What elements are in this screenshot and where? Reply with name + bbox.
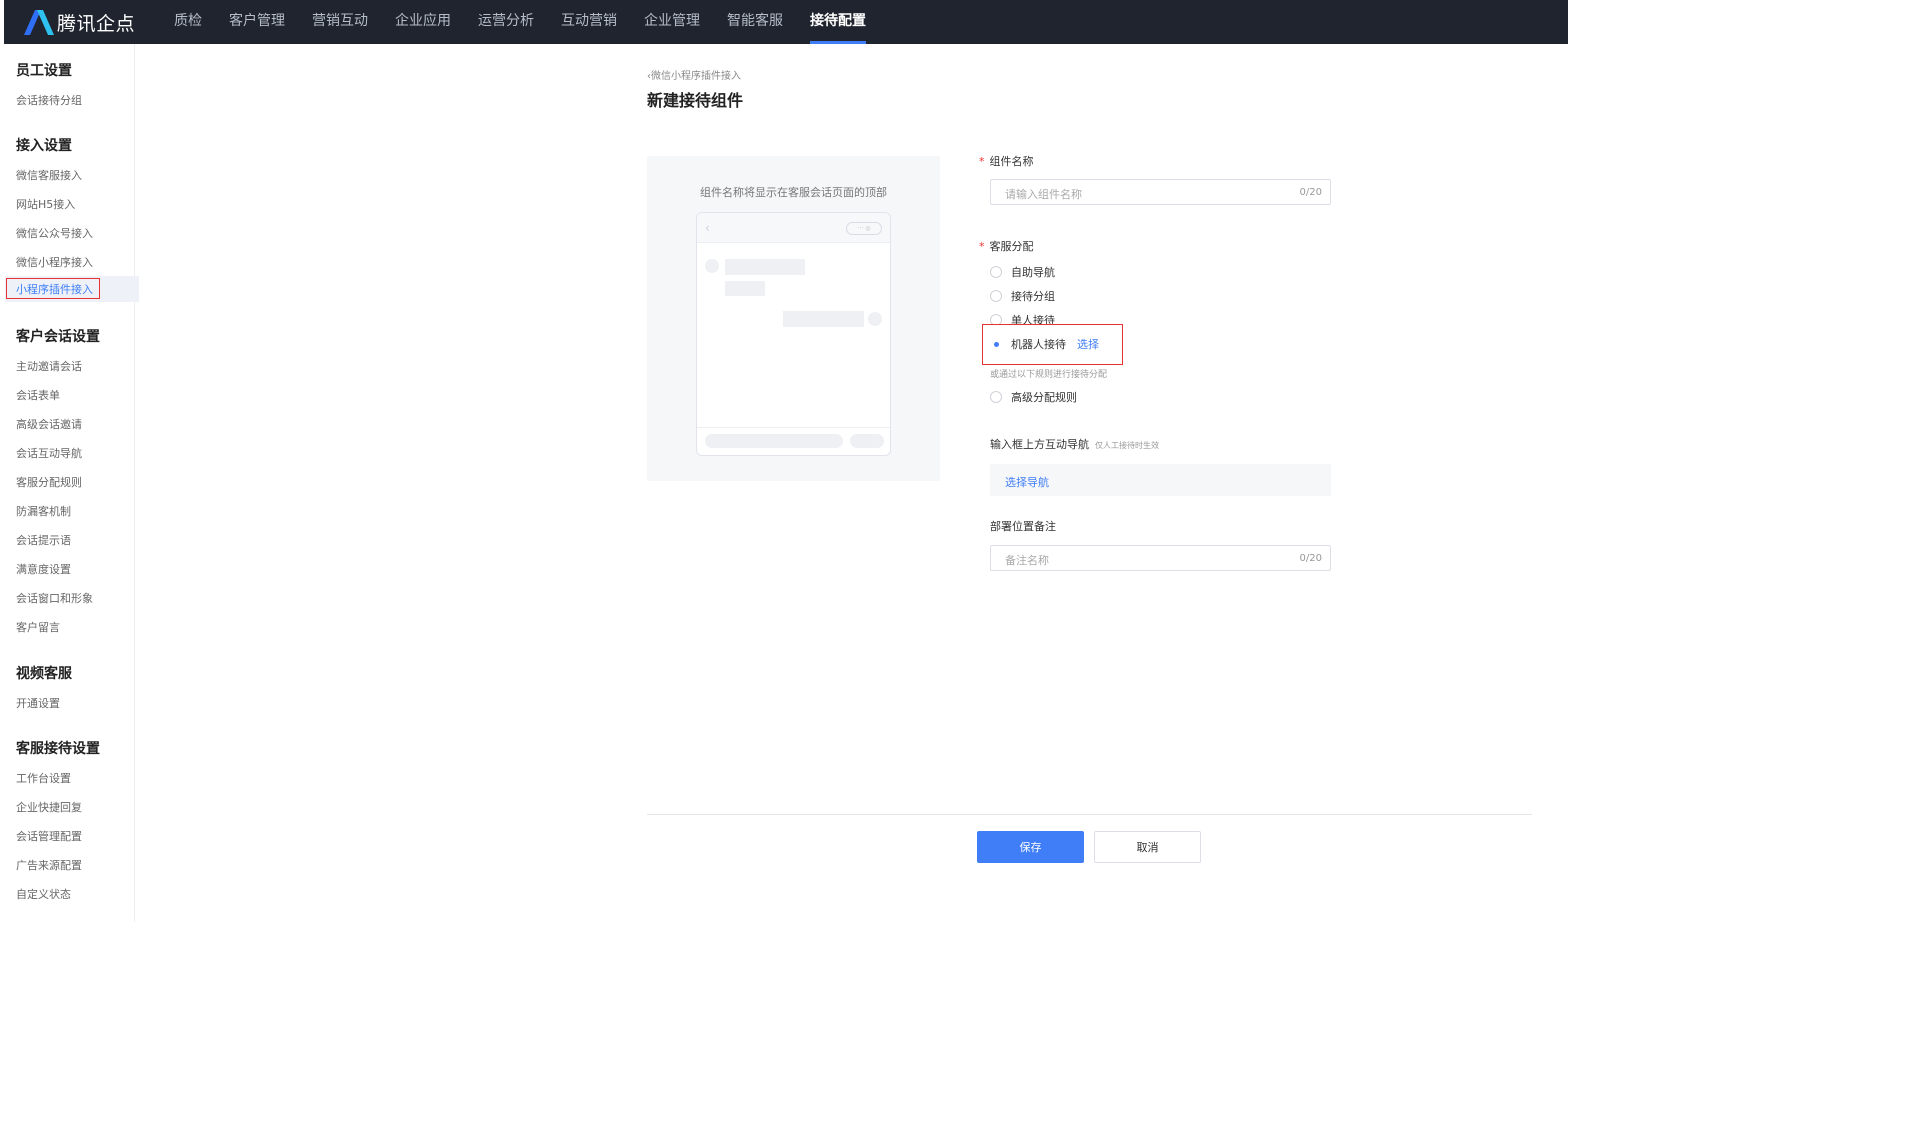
- required-mark: *: [979, 240, 985, 253]
- select-nav-label: 选择导航: [1005, 476, 1049, 489]
- sidebar-item[interactable]: 工作台设置: [16, 770, 71, 786]
- message-placeholder: [725, 259, 805, 275]
- breadcrumb[interactable]: ‹微信小程序插件接入: [647, 67, 741, 82]
- nav-item-qc[interactable]: 质检: [174, 0, 202, 44]
- message-placeholder: [783, 311, 864, 327]
- page-title: 新建接待组件: [647, 91, 744, 110]
- nav-item-enterprise[interactable]: 企业管理: [644, 0, 700, 44]
- radio-label: 自助导航: [1011, 266, 1055, 279]
- sidebar-item[interactable]: 企业快捷回复: [16, 799, 82, 815]
- sidebar-item[interactable]: 满意度设置: [16, 561, 71, 577]
- avatar-placeholder: [868, 312, 882, 326]
- sidebar-item-active[interactable]: 小程序插件接入: [5, 276, 139, 302]
- radio-circle-selected: [990, 338, 1002, 350]
- sidebar-group-title: 客服接待设置: [16, 741, 100, 757]
- nav-item-interactive-marketing[interactable]: 互动营销: [561, 0, 617, 44]
- sidebar-item[interactable]: 网站H5接入: [16, 196, 75, 212]
- required-mark: *: [979, 155, 985, 168]
- preview-caption: 组件名称将显示在客服会话页面的顶部: [700, 186, 887, 199]
- sidebar-item[interactable]: 会话管理配置: [16, 828, 82, 844]
- breadcrumb-label: 微信小程序插件接入: [651, 71, 741, 82]
- sidebar-group-title: 员工设置: [16, 63, 72, 79]
- phone-input-bar: [697, 427, 890, 455]
- field-label-name: * 组件名称: [979, 153, 1034, 169]
- char-counter: 0/20: [1299, 553, 1322, 564]
- field-note: 仅人工接待时生效: [1095, 441, 1159, 450]
- top-navbar: 腾讯企点 质检 客户管理 营销互动 企业应用 运营分析 互动营销 企业管理 智能…: [4, 0, 1568, 44]
- input-placeholder: 请输入组件名称: [1005, 188, 1082, 201]
- input-placeholder: 备注名称: [1005, 554, 1049, 567]
- sidebar-item[interactable]: 会话表单: [16, 387, 60, 403]
- avatar-placeholder: [705, 259, 719, 273]
- component-name-input[interactable]: 请输入组件名称 0/20: [990, 179, 1331, 205]
- select-nav-button[interactable]: 选择导航: [990, 464, 1331, 496]
- main-nav: 质检 客户管理 营销互动 企业应用 运营分析 互动营销 企业管理 智能客服 接待…: [174, 0, 893, 44]
- phone-mockup: ‹ ··· ◎: [696, 212, 891, 456]
- assign-hint: 或通过以下规则进行接待分配: [990, 370, 1108, 380]
- sidebar-item[interactable]: 开通设置: [16, 695, 60, 711]
- sidebar-item[interactable]: 客服分配规则: [16, 474, 82, 490]
- brand-name: 腾讯企点: [57, 12, 136, 35]
- sidebar-group-title: 视频客服: [16, 666, 72, 682]
- capsule-icon: ··· ◎: [846, 222, 882, 235]
- nav-item-apps[interactable]: 企业应用: [395, 0, 451, 44]
- field-label-text: 部署位置备注: [990, 520, 1056, 533]
- radio-circle: [990, 266, 1002, 278]
- field-label-text: 组件名称: [989, 155, 1034, 168]
- phone-header: ‹ ··· ◎: [697, 213, 890, 243]
- radio-self-nav[interactable]: 自助导航: [990, 264, 1055, 280]
- radio-label: 机器人接待: [1011, 338, 1066, 351]
- cancel-button[interactable]: 取消: [1094, 831, 1201, 863]
- radio-circle: [990, 290, 1002, 302]
- sidebar-item[interactable]: 微信公众号接入: [16, 225, 93, 241]
- brand-logo[interactable]: 腾讯企点: [22, 6, 135, 38]
- sidebar-item-label: 小程序插件接入: [16, 283, 93, 296]
- back-arrow-icon: ‹: [705, 221, 710, 235]
- nav-item-reception-config[interactable]: 接待配置: [810, 0, 866, 44]
- radio-circle: [990, 391, 1002, 403]
- sidebar-item[interactable]: 广告来源配置: [16, 857, 82, 873]
- sidebar-item[interactable]: 自定义状态: [16, 886, 71, 902]
- radio-label: 接待分组: [1011, 290, 1055, 303]
- nav-item-marketing[interactable]: 营销互动: [312, 0, 368, 44]
- preview-panel: 组件名称将显示在客服会话页面的顶部 ‹ ··· ◎: [647, 156, 940, 481]
- message-placeholder: [725, 281, 765, 296]
- radio-label: 高级分配规则: [1011, 391, 1077, 404]
- send-placeholder: [850, 434, 884, 448]
- footer-divider: [647, 814, 1532, 815]
- nav-item-customers[interactable]: 客户管理: [229, 0, 285, 44]
- char-counter: 0/20: [1299, 187, 1322, 198]
- sidebar-item[interactable]: 会话窗口和形象: [16, 590, 93, 606]
- sidebar-item[interactable]: 客户留言: [16, 619, 60, 635]
- field-label-remark: 部署位置备注: [990, 518, 1056, 534]
- field-label-text: 输入框上方互动导航: [990, 438, 1089, 451]
- sidebar-item[interactable]: 防漏客机制: [16, 503, 71, 519]
- sidebar-item[interactable]: 会话互动导航: [16, 445, 82, 461]
- sidebar-item[interactable]: 会话提示语: [16, 532, 71, 548]
- sidebar-group-title: 接入设置: [16, 138, 72, 154]
- nav-item-analytics[interactable]: 运营分析: [478, 0, 534, 44]
- nav-item-smart-service[interactable]: 智能客服: [727, 0, 783, 44]
- field-label-text: 客服分配: [989, 240, 1034, 253]
- field-label-assign: * 客服分配: [979, 238, 1034, 254]
- radio-group[interactable]: 接待分组: [990, 288, 1055, 304]
- sidebar-item[interactable]: 会话接待分组: [16, 92, 82, 108]
- brand-logo-icon: [24, 10, 54, 35]
- input-placeholder: [705, 434, 843, 448]
- sidebar-item[interactable]: 微信小程序接入: [16, 254, 93, 270]
- select-robot-link[interactable]: 选择: [1077, 336, 1099, 352]
- sidebar-group-title: 客户会话设置: [16, 329, 100, 345]
- sidebar-item[interactable]: 高级会话邀请: [16, 416, 82, 432]
- radio-robot[interactable]: 机器人接待 选择: [990, 336, 1099, 352]
- sidebar: 员工设置 会话接待分组 接入设置 微信客服接入 网站H5接入 微信公众号接入 微…: [4, 44, 139, 922]
- sidebar-item[interactable]: 微信客服接入: [16, 167, 82, 183]
- sidebar-item[interactable]: 主动邀请会话: [16, 358, 82, 374]
- save-button[interactable]: 保存: [977, 831, 1084, 863]
- radio-advanced-rule[interactable]: 高级分配规则: [990, 389, 1077, 405]
- field-label-nav: 输入框上方互动导航 仅人工接待时生效: [990, 436, 1159, 452]
- remark-input[interactable]: 备注名称 0/20: [990, 545, 1331, 571]
